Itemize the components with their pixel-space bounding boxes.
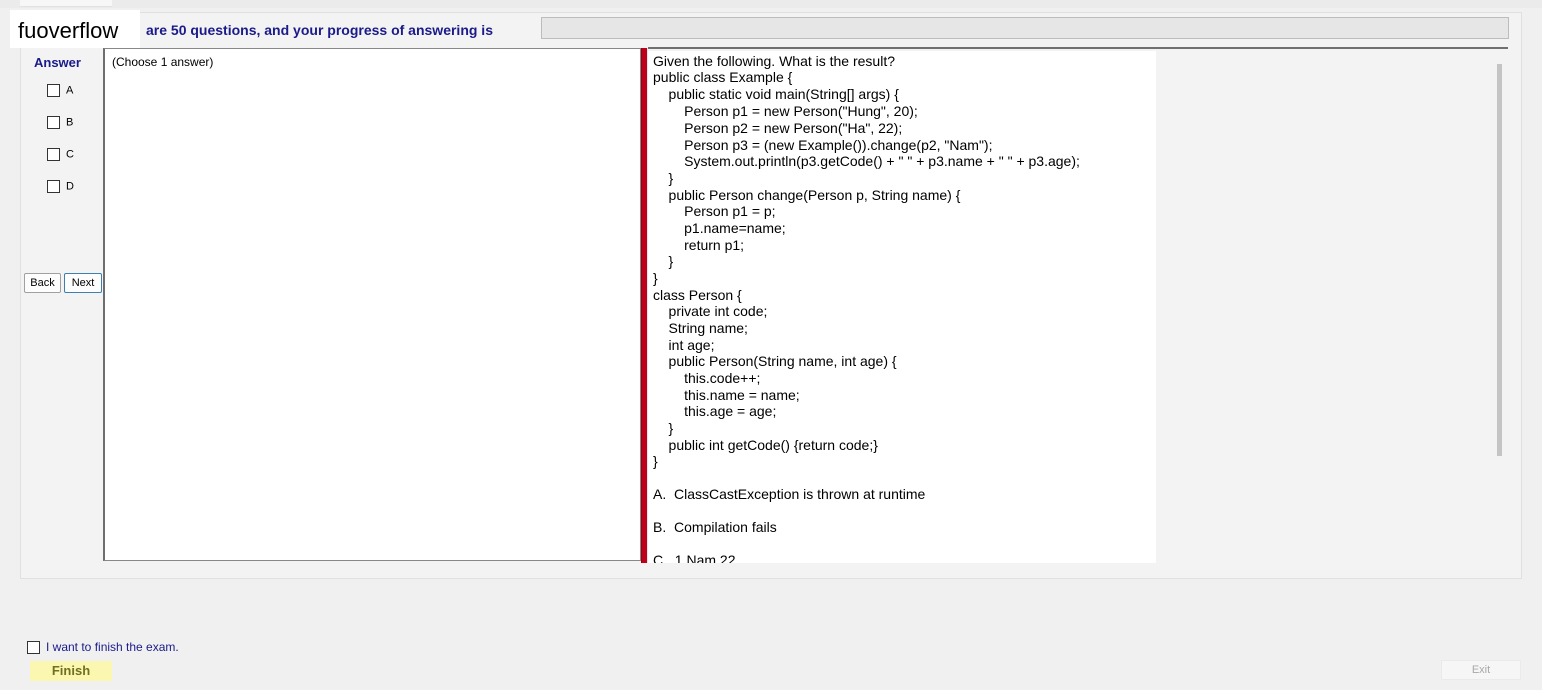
question-line: this.name = name;: [653, 387, 800, 403]
question-line: return p1;: [653, 237, 745, 253]
answer-title: Answer: [34, 55, 81, 70]
finish-button[interactable]: Finish: [30, 661, 112, 681]
question-line: class Person {: [653, 287, 742, 303]
question-line: String name;: [653, 320, 748, 336]
question-textbox[interactable]: Given the following. What is the result?…: [648, 51, 1156, 563]
question-line: this.age = age;: [653, 403, 777, 419]
finish-confirm[interactable]: I want to finish the exam.: [27, 640, 179, 655]
question-line: public class Example {: [653, 69, 793, 85]
option-c[interactable]: C: [47, 148, 74, 161]
question-line: }: [653, 453, 658, 469]
finish-confirm-label: I want to finish the exam.: [46, 640, 179, 654]
finish-confirm-checkbox[interactable]: [27, 641, 40, 655]
progress-bar: [541, 17, 1509, 39]
question-line: this.code++;: [653, 370, 761, 386]
exit-button[interactable]: Exit: [1441, 660, 1521, 680]
question-line: System.out.println(p3.getCode() + " " + …: [653, 153, 1080, 169]
question-scrollbar[interactable]: [1497, 64, 1502, 456]
answer-choice: B. Compilation fails: [653, 519, 777, 535]
question-line: private int code;: [653, 303, 768, 319]
progress-label: are 50 questions, and your progress of a…: [146, 22, 493, 38]
question-line: Person p1 = new Person("Hung", 20);: [653, 103, 918, 119]
option-c-label: C: [66, 148, 74, 161]
answer-textbox[interactable]: (Choose 1 answer): [103, 48, 641, 561]
option-a-checkbox[interactable]: [47, 84, 60, 97]
option-b[interactable]: B: [47, 116, 73, 129]
option-c-checkbox[interactable]: [47, 148, 60, 161]
option-b-checkbox[interactable]: [47, 116, 60, 129]
top-tab[interactable]: [20, 0, 112, 7]
question-line: Given the following. What is the result?: [653, 53, 896, 69]
question-line: }: [653, 420, 674, 436]
next-button[interactable]: Next: [64, 273, 102, 293]
panel-splitter[interactable]: [641, 48, 648, 563]
question-panel: Given the following. What is the result?…: [648, 47, 1508, 563]
question-line: }: [653, 170, 674, 186]
back-button[interactable]: Back: [24, 273, 61, 293]
question-line: public int getCode() {return code;}: [653, 437, 878, 453]
question-line: p1.name=name;: [653, 220, 786, 236]
option-d-label: D: [66, 180, 74, 193]
question-line: }: [653, 270, 658, 286]
question-line: public Person(String name, int age) {: [653, 353, 897, 369]
option-b-label: B: [66, 116, 74, 129]
question-line: Person p3 = (new Example()).change(p2, "…: [653, 137, 993, 153]
question-line: Person p1 = p;: [653, 203, 776, 219]
answer-choice: C. 1 Nam 22: [653, 552, 736, 563]
top-strip: [0, 0, 1542, 8]
answer-choice: A. ClassCastException is thrown at runti…: [653, 486, 926, 502]
option-a[interactable]: A: [47, 84, 73, 97]
option-d[interactable]: D: [47, 180, 74, 193]
question-line: public static void main(String[] args) {: [653, 86, 899, 102]
question-line: Person p2 = new Person("Ha", 22);: [653, 120, 903, 136]
option-d-checkbox[interactable]: [47, 180, 60, 193]
question-line: public Person change(Person p, String na…: [653, 187, 961, 203]
watermark-logo: fuoverflow: [10, 10, 140, 48]
question-line: int age;: [653, 337, 715, 353]
answer-hint: (Choose 1 answer): [112, 55, 214, 69]
option-a-label: A: [66, 84, 74, 97]
question-line: }: [653, 253, 674, 269]
